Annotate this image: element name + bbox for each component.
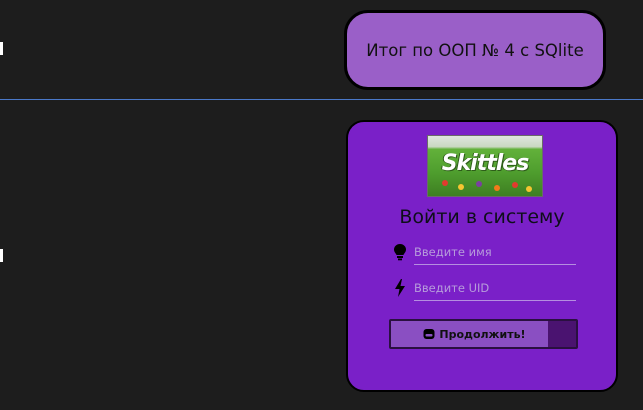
lightning-icon [395,279,405,297]
left-edge-marker-top [0,42,3,55]
uid-field [392,276,578,302]
page-title: Итог по ООП № 4 с SQlite [366,40,584,60]
uid-input[interactable] [414,276,576,301]
name-field [392,240,578,266]
continue-button-label: Продолжить! [439,327,526,341]
logo-wordmark: Skittles [441,151,530,176]
login-title: Войти в систему [399,206,565,228]
lightbulb-icon [394,244,406,261]
skittles-logo-image: Skittles [427,135,543,197]
left-edge-marker-bottom [0,249,3,262]
emoji-icon [423,329,435,339]
continue-button[interactable]: Продолжить! [389,319,578,349]
name-input[interactable] [414,240,576,265]
section-divider [0,99,643,100]
header-title-card: Итог по ООП № 4 с SQlite [344,10,606,90]
login-card: Skittles Войти в систему Продолжить! [346,120,618,392]
